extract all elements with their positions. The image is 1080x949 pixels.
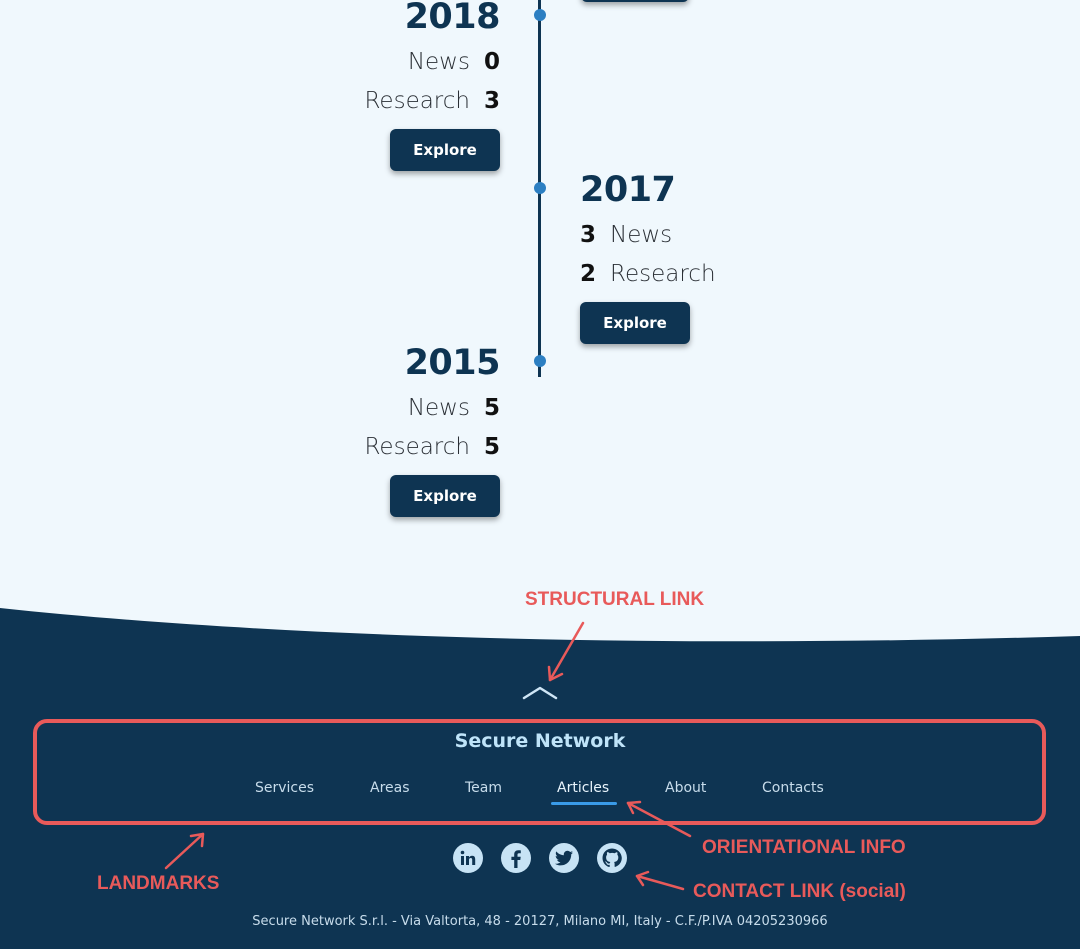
research-label: Research: [610, 261, 716, 287]
annotation-orientational-info: ORIENTATIONAL INFO: [702, 837, 906, 858]
research-label: Research: [364, 88, 470, 114]
github-icon[interactable]: [597, 843, 627, 873]
explore-button-2015[interactable]: Explore: [390, 475, 500, 517]
facebook-icon[interactable]: [501, 843, 531, 873]
timeline-entry-2018: 2018 News 0 Research 3 Explore: [364, 0, 500, 171]
news-count: 3: [580, 222, 597, 248]
linkedin-icon[interactable]: [453, 843, 483, 873]
research-count: 2: [580, 261, 597, 287]
research-stat: 2 Research: [580, 255, 716, 294]
news-stat: News 0: [364, 43, 500, 82]
research-label: Research: [364, 434, 470, 460]
annotation-contact-link: CONTACT LINK (social): [693, 881, 906, 902]
timeline-dot-2015: [534, 355, 546, 367]
year-heading: 2017: [580, 170, 676, 210]
news-count: 0: [483, 49, 500, 75]
annotation-structural-link: STRUCTURAL LINK: [525, 589, 705, 610]
research-stat: Research 3: [364, 82, 500, 121]
news-stat: 3 News: [580, 216, 716, 255]
back-to-top-icon[interactable]: [521, 684, 559, 702]
annotation-box-landmarks: [33, 719, 1046, 825]
year-heading: 2018: [404, 0, 501, 37]
news-label: News: [407, 395, 470, 421]
annotation-landmarks: LANDMARKS: [97, 873, 220, 894]
research-count: 3: [483, 88, 500, 114]
explore-button-partial[interactable]: [581, 0, 689, 2]
news-count: 5: [483, 395, 500, 421]
year-heading: 2015: [404, 343, 501, 383]
timeline-dot-2017: [534, 182, 546, 194]
news-label: News: [610, 222, 673, 248]
timeline-entry-2017: 2017 3 News 2 Research Explore: [580, 173, 716, 344]
explore-button-2017[interactable]: Explore: [580, 302, 690, 344]
news-stat: News 5: [364, 389, 500, 428]
research-count: 5: [483, 434, 500, 460]
twitter-icon[interactable]: [549, 843, 579, 873]
timeline-dot-2018: [534, 9, 546, 21]
explore-button-2018[interactable]: Explore: [390, 129, 500, 171]
news-label: News: [407, 49, 470, 75]
timeline-entry-2015: 2015 News 5 Research 5 Explore: [364, 346, 500, 517]
legal-info: Secure Network S.r.l. - Via Valtorta, 48…: [252, 914, 828, 929]
research-stat: Research 5: [364, 428, 500, 467]
